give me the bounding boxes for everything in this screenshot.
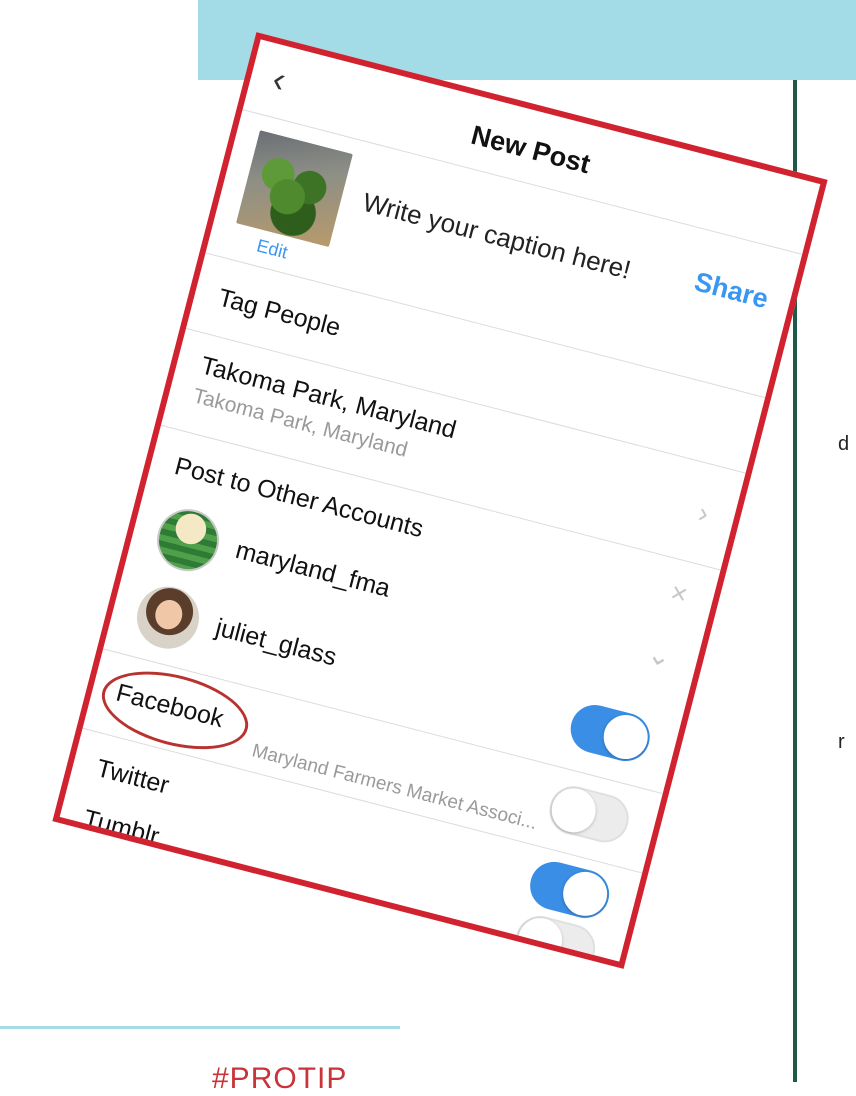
twitter-label: Twitter	[93, 754, 172, 800]
chevron-right-icon[interactable]: ›	[695, 497, 712, 530]
tag-people-label: Tag People	[215, 283, 344, 343]
toggle-knob	[513, 913, 567, 967]
horizontal-divider	[0, 1026, 400, 1029]
edit-link[interactable]: Edit	[254, 235, 290, 263]
toggle-knob	[546, 783, 601, 838]
post-thumbnail[interactable]	[235, 130, 353, 248]
facebook-toggle[interactable]	[544, 781, 634, 848]
tumblr-label: Tumblr	[80, 804, 163, 851]
avatar	[150, 502, 226, 578]
clipped-text-d: d	[838, 433, 850, 455]
close-icon[interactable]: ×	[667, 576, 691, 611]
juliet-glass-toggle[interactable]	[565, 699, 655, 767]
protip-heading: #PROTIP	[212, 1062, 348, 1095]
chevron-down-icon[interactable]: ⌄	[644, 636, 675, 674]
share-button[interactable]: Share	[691, 266, 771, 315]
toggle-knob	[558, 867, 612, 921]
new-post-screen: ‹ New Post Edit Write your caption here!…	[52, 32, 828, 969]
clipped-text-r: r	[838, 731, 845, 753]
toggle-knob	[598, 710, 653, 764]
caption-input[interactable]: Write your caption here!	[359, 187, 634, 286]
account-name: juliet_glass	[212, 613, 340, 672]
avatar	[130, 579, 206, 656]
